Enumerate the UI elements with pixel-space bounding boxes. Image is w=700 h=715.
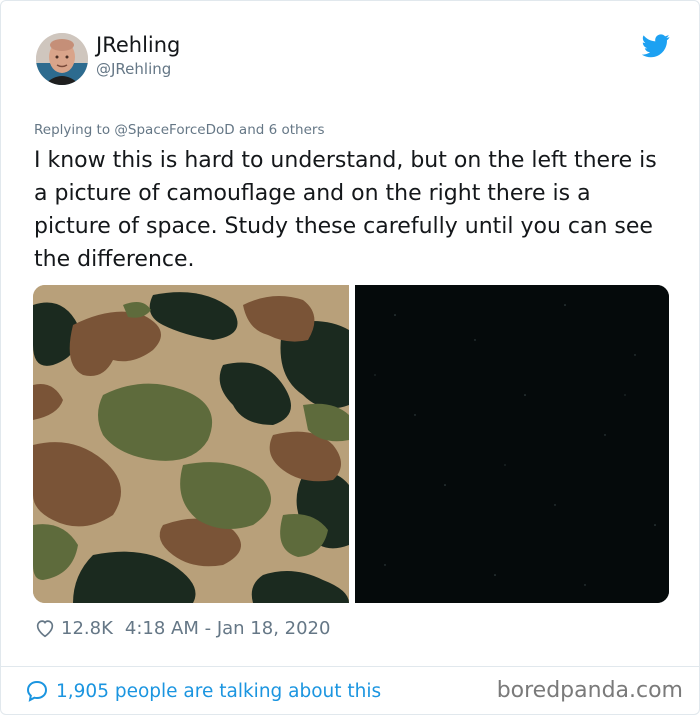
speech-bubble-icon (26, 680, 48, 702)
divider (1, 666, 699, 667)
tweet-meta: 12.8K 4:18 AM - Jan 18, 2020 (34, 614, 330, 642)
talking-label[interactable]: 1,905 people are talking about this (56, 681, 381, 702)
display-name[interactable]: JRehling (96, 33, 180, 57)
tweet-card: JRehling @JRehling Replying to @SpaceFor… (0, 0, 700, 715)
tweet-text: I know this is hard to understand, but o… (34, 148, 657, 272)
reply-mention-link[interactable]: @SpaceForceDoD (114, 122, 234, 138)
like-count[interactable]: 12.8K (61, 618, 113, 639)
space-starfield (355, 285, 669, 603)
conversation-link[interactable]: 1,905 people are talking about this (25, 676, 381, 706)
reply-context: Replying to @SpaceForceDoD and 6 others (34, 122, 324, 138)
camouflage-image[interactable] (33, 285, 349, 603)
space-image[interactable] (355, 285, 669, 603)
reply-suffix[interactable]: and 6 others (235, 122, 325, 138)
user-handle[interactable]: @JRehling (96, 60, 171, 78)
profile-photo-icon (36, 33, 88, 85)
avatar[interactable] (36, 33, 88, 85)
tweet-media[interactable] (33, 285, 669, 603)
watermark: boredpanda.com (496, 678, 683, 703)
timestamp[interactable]: 4:18 AM - Jan 18, 2020 (125, 618, 331, 639)
camouflage-pattern (33, 285, 349, 603)
twitter-bird-icon[interactable] (642, 34, 670, 58)
heart-icon[interactable] (34, 617, 56, 639)
reply-prefix: Replying to (34, 122, 115, 138)
